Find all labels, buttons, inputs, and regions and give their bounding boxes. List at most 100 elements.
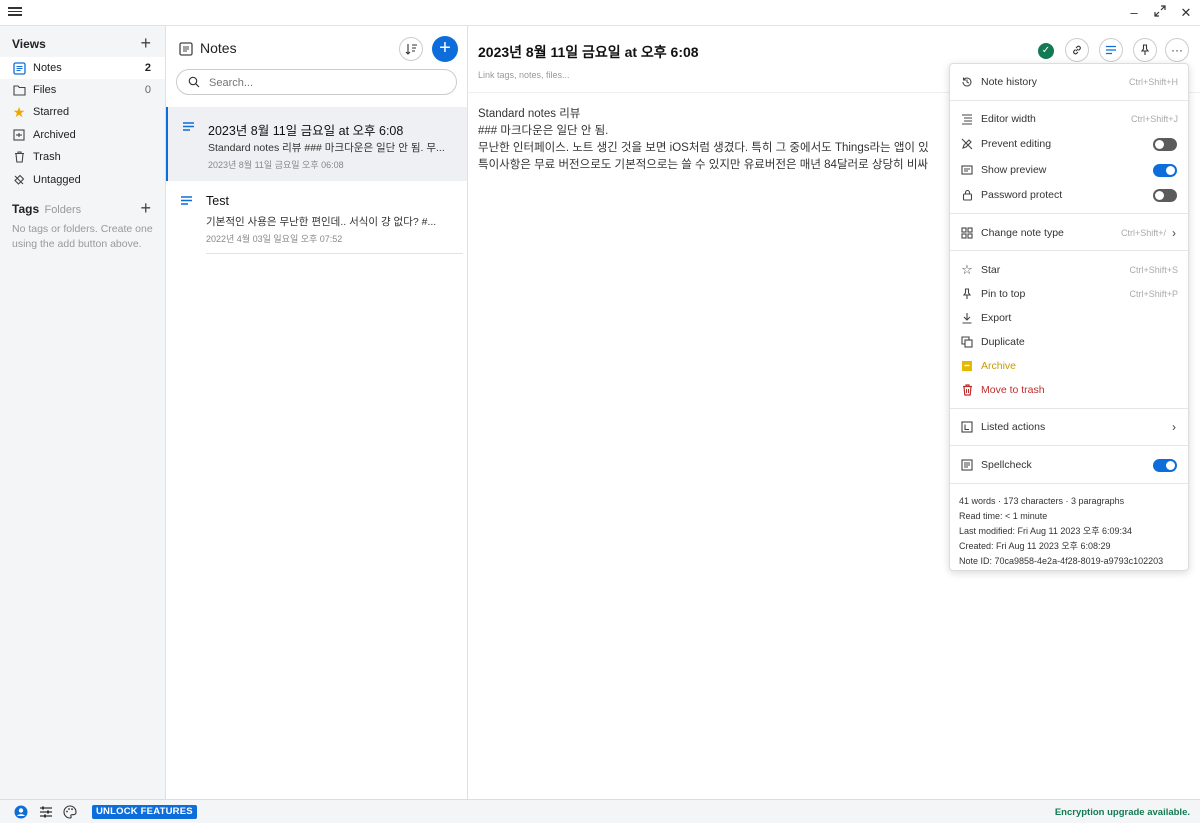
prevent-editing-toggle[interactable] [1153, 137, 1177, 151]
menu-item-label: Spellcheck [981, 459, 1032, 471]
menu-item-label: Show preview [981, 164, 1047, 176]
tags-label: Tags [12, 202, 40, 216]
search-input[interactable] [209, 74, 449, 91]
encryption-upgrade-link[interactable]: Encryption upgrade available. [1055, 807, 1190, 818]
sidebar-item-trash[interactable]: Trash [0, 146, 165, 168]
menu-divider [950, 483, 1188, 484]
link-icon [1073, 45, 1081, 55]
plain-note-icon [180, 195, 193, 209]
navigation-sidebar: Views + Notes 2 Files 0 ★ Starred Archiv… [0, 26, 166, 799]
search-icon [188, 76, 200, 91]
menu-item-star[interactable]: ☆ Star Ctrl+Shift+S [950, 258, 1188, 282]
note-title: 2023년 8월 11일 금요일 at 오후 6:08 [208, 124, 404, 138]
menu-item-export[interactable]: Export [950, 306, 1188, 330]
sidebar-item-notes[interactable]: Notes 2 [0, 57, 165, 79]
sidebar-item-starred[interactable]: ★ Starred [0, 101, 165, 123]
sidebar-item-label: Trash [33, 151, 61, 163]
unlock-features-button[interactable]: UNLOCK FEATURES [92, 805, 197, 819]
search-bar [176, 69, 457, 95]
account-icon[interactable] [14, 805, 28, 819]
menu-divider [950, 213, 1188, 214]
sidebar-item-label: Archived [33, 129, 76, 141]
menu-item-pin-to-top[interactable]: Pin to top Ctrl+Shift+P [950, 282, 1188, 306]
note-divider [206, 253, 463, 254]
hamburger-menu-icon[interactable] [8, 5, 22, 19]
menu-item-prevent-editing[interactable]: Prevent editing [950, 132, 1188, 156]
body-line: 특이사항은 무료 버전으로도 기본적으로는 쓸 수 있지만 유료버전은 매년 8… [478, 159, 928, 171]
folder-icon [12, 83, 26, 97]
menu-divider [950, 100, 1188, 101]
add-tag-button[interactable]: + [140, 199, 151, 217]
shortcut-label: Ctrl+Shift+S [1129, 265, 1178, 275]
menu-item-label: Listed actions [981, 421, 1046, 433]
sidebar-item-count: 2 [144, 62, 151, 74]
minimize-icon[interactable]: – [1125, 4, 1143, 22]
menu-item-label: Export [981, 312, 1012, 324]
menu-item-label: Star [981, 264, 1001, 276]
sidebar-item-files[interactable]: Files 0 [0, 79, 165, 101]
note-date: 2023년 8월 11일 금요일 오후 06:08 [208, 160, 344, 170]
archive-icon [960, 359, 974, 373]
spellcheck-toggle[interactable] [1153, 458, 1177, 472]
link-button[interactable] [1065, 38, 1089, 62]
pin-button[interactable] [1133, 38, 1157, 62]
sidebar-item-label: Files [33, 84, 57, 96]
sidebar-item-archived[interactable]: Archived [0, 124, 165, 146]
sidebar-item-label: Starred [33, 106, 70, 118]
note-list-item[interactable]: Test 기본적인 사용은 무난한 편인데.. 서식이 걍 없다? #... 2… [166, 181, 467, 255]
add-note-button[interactable]: + [432, 36, 458, 62]
maximize-icon[interactable] [1151, 4, 1169, 22]
show-preview-toggle[interactable] [1153, 163, 1177, 177]
note-title-field[interactable]: 2023년 8월 11일 금요일 at 오후 6:08 [478, 42, 699, 62]
menu-item-label: Change note type [981, 227, 1064, 239]
menu-item-editor-width[interactable]: Editor width Ctrl+Shift+J [950, 107, 1188, 131]
menu-item-note-history[interactable]: Note history Ctrl+Shift+H [950, 70, 1188, 94]
sidebar-item-label: Untagged [33, 174, 81, 186]
menu-divider [950, 408, 1188, 409]
note-options-button[interactable] [1099, 38, 1123, 62]
editor-width-icon [960, 112, 974, 126]
menu-item-listed-actions[interactable]: Listed actions › [950, 415, 1188, 439]
shortcut-label: Ctrl+Shift+H [1128, 77, 1178, 87]
menu-item-change-note-type[interactable]: Change note type Ctrl+Shift+/ › [950, 221, 1188, 245]
body-line: 무난한 인터페이스. 노트 생긴 것을 보면 iOS처럼 생겼다. 특히 그 중… [478, 142, 929, 154]
menu-item-spellcheck[interactable]: Spellcheck [950, 453, 1188, 477]
menu-item-show-preview[interactable]: Show preview [950, 158, 1188, 182]
lock-icon [960, 188, 974, 202]
menu-item-password-protect[interactable]: Password protect [950, 183, 1188, 207]
body-line: Standard notes 리뷰 [478, 108, 581, 120]
close-icon[interactable]: ✕ [1177, 4, 1195, 22]
copy-icon [960, 335, 974, 349]
archive-icon [12, 128, 26, 142]
note-list-item[interactable]: 2023년 8월 11일 금요일 at 오후 6:08 Standard not… [166, 107, 467, 181]
password-protect-toggle[interactable] [1153, 188, 1177, 202]
sort-button[interactable] [399, 37, 423, 61]
sidebar-item-label: Notes [33, 62, 62, 74]
notes-icon [179, 42, 193, 59]
chevron-right-icon: › [1172, 226, 1176, 240]
views-header: Views [12, 37, 46, 51]
link-tags-input[interactable]: Link tags, notes, files... [478, 70, 570, 80]
note-title: Test [206, 194, 229, 208]
more-options-button[interactable]: ··· [1165, 38, 1189, 62]
shortcut-label: Ctrl+Shift+P [1129, 289, 1178, 299]
folders-label: Folders [44, 204, 82, 216]
menu-divider [950, 445, 1188, 446]
sidebar-item-untagged[interactable]: Untagged [0, 169, 165, 191]
note-body-editor[interactable]: Standard notes 리뷰 ### 마크다운은 일단 안 됨. 무난한 … [478, 106, 948, 174]
preferences-icon[interactable] [39, 805, 53, 819]
listed-icon [960, 420, 974, 434]
menu-item-move-to-trash[interactable]: Move to trash [950, 378, 1188, 402]
read-time: Read time: < 1 minute [959, 511, 1048, 521]
status-bar: UNLOCK FEATURES Encryption upgrade avail… [0, 799, 1200, 823]
last-modified: Last modified: Fri Aug 11 2023 오후 6:09:3… [959, 526, 1132, 536]
menu-item-duplicate[interactable]: Duplicate [950, 330, 1188, 354]
menu-item-archive[interactable]: Archive [950, 354, 1188, 378]
preview-icon [960, 163, 974, 177]
chevron-right-icon: › [1172, 420, 1176, 434]
theme-palette-icon[interactable] [63, 805, 77, 819]
more-icon: ··· [1171, 43, 1183, 57]
add-view-button[interactable]: + [140, 34, 151, 52]
note-type-icon [960, 226, 974, 240]
menu-item-label: Duplicate [981, 336, 1025, 348]
